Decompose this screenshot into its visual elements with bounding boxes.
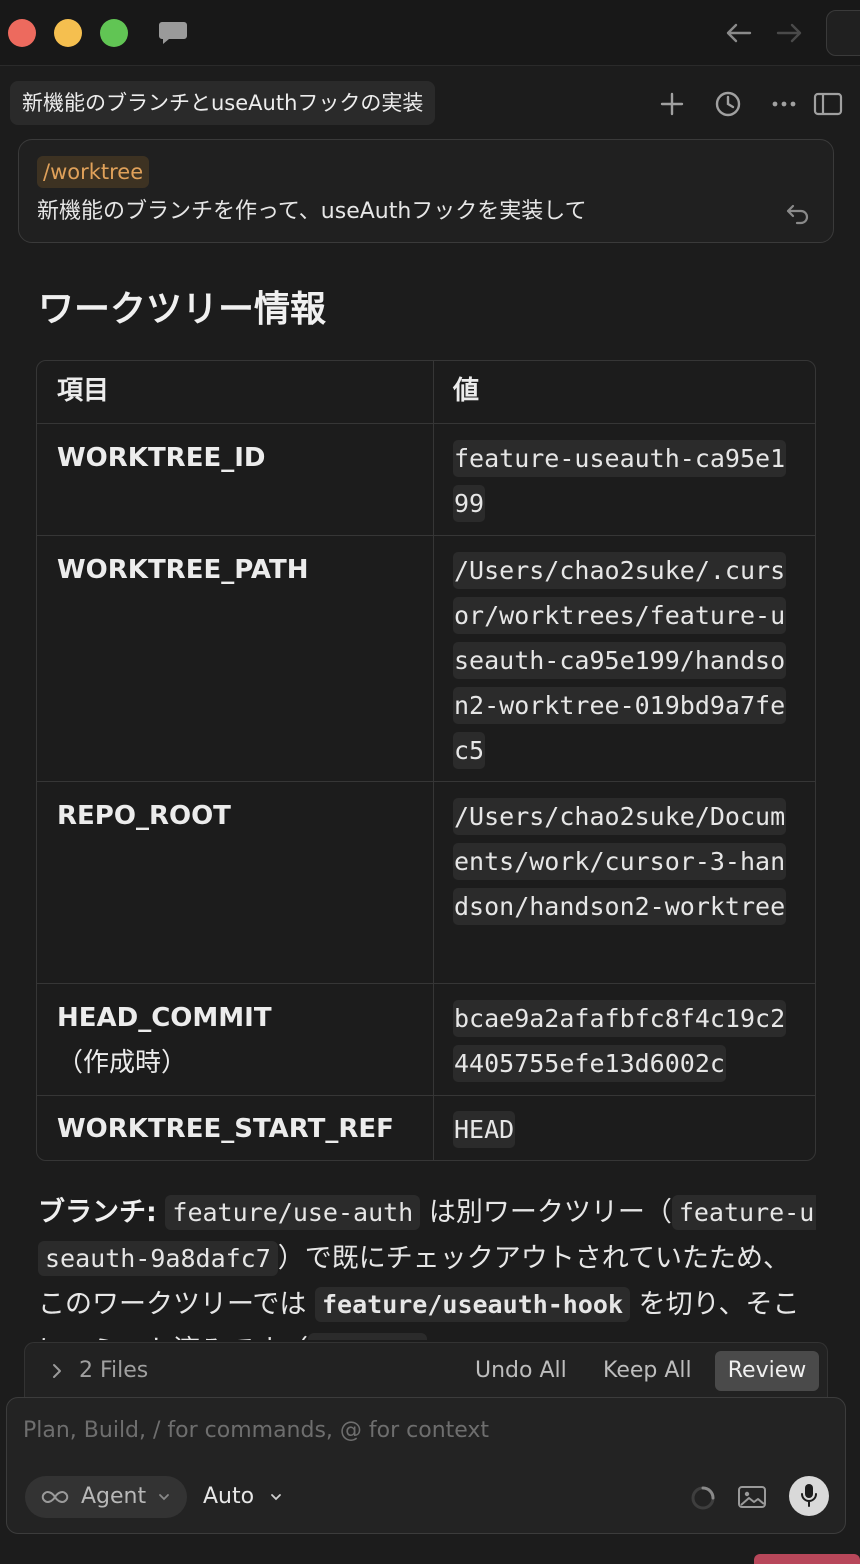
row-key: WORKTREE_START_REF — [57, 1114, 394, 1144]
more-options-icon[interactable] — [768, 88, 800, 120]
paragraph-text: は別ワークツリー（ — [428, 1197, 672, 1228]
zoom-window-button[interactable] — [100, 19, 128, 47]
model-select[interactable]: Auto — [203, 1476, 281, 1518]
image-attach-icon[interactable] — [737, 1484, 767, 1510]
files-count-toggle[interactable]: 2 Files — [79, 1343, 148, 1399]
user-prompt-card[interactable]: /worktree 新機能のブランチを作って、useAuthフックを実装して — [18, 139, 834, 243]
review-button[interactable]: Review — [715, 1351, 819, 1391]
bottom-edge-tab — [754, 1554, 860, 1564]
history-icon[interactable] — [712, 88, 744, 120]
close-window-button[interactable] — [8, 19, 36, 47]
voice-input-button[interactable] — [789, 1476, 829, 1516]
chevron-down-icon — [159, 1494, 169, 1501]
revert-icon[interactable] — [783, 198, 813, 228]
table-header-value: 値 — [453, 376, 480, 406]
table-row: HEAD_COMMIT （作成時） bcae9a2afafbfc8f4c19c2… — [37, 983, 815, 1095]
back-arrow-icon[interactable] — [722, 18, 756, 48]
row-value: bcae9a2afafbfc8f4c19c24405755efe13d6002c — [453, 996, 797, 1086]
table-header-key: 項目 — [57, 376, 110, 406]
new-branch-code: feature/useauth-hook — [314, 1287, 631, 1322]
row-key: REPO_ROOT — [57, 801, 231, 831]
agent-mode-label: Agent — [81, 1484, 147, 1509]
worktree-info-table: 項目 値 WORKTREE_ID feature-useauth-ca95e19… — [36, 360, 816, 1161]
plus-icon[interactable] — [656, 88, 688, 120]
branch-label: ブランチ: — [38, 1197, 157, 1228]
microphone-icon — [801, 1484, 817, 1507]
row-key: HEAD_COMMIT （作成時） — [57, 996, 272, 1086]
commit-code: 0b1b1e1 — [308, 1333, 428, 1340]
row-value: HEAD — [453, 1107, 797, 1152]
tab-row: 新機能のブランチとuseAuthフックの実装 — [0, 66, 860, 138]
table-row: WORKTREE_START_REF HEAD — [37, 1095, 815, 1160]
row-value: /Users/chao2suke/Documents/work/cursor-3… — [453, 794, 797, 929]
row-value: /Users/chao2suke/.cursor/worktrees/featu… — [453, 548, 797, 773]
undo-all-button[interactable]: Undo All — [475, 1343, 567, 1399]
forward-arrow-icon[interactable] — [772, 18, 806, 48]
row-key-note: （作成時） — [57, 1048, 188, 1078]
toolbar-corner-button[interactable] — [826, 10, 860, 56]
section-heading: ワークツリー情報 — [38, 289, 327, 330]
infinity-icon — [41, 1491, 69, 1503]
table-header-row: 項目 値 — [37, 361, 815, 423]
composer: Agent Auto — [6, 1397, 846, 1534]
minimize-window-button[interactable] — [54, 19, 82, 47]
title-bar — [0, 0, 860, 66]
row-key: WORKTREE_ID — [57, 443, 266, 473]
chat-input[interactable] — [23, 1410, 823, 1450]
prompt-text: 新機能のブランチを作って、useAuthフックを実装して — [37, 199, 587, 224]
loading-spinner-icon — [691, 1486, 715, 1510]
chevron-down-icon — [271, 1494, 281, 1501]
row-value: feature-useauth-ca95e199 — [453, 436, 797, 526]
table-row: WORKTREE_PATH /Users/chao2suke/.cursor/w… — [37, 535, 815, 781]
branch-code: feature/use-auth — [165, 1195, 421, 1230]
chat-tab[interactable]: 新機能のブランチとuseAuthフックの実装 — [10, 81, 436, 125]
chat-bubble-icon[interactable] — [158, 20, 188, 46]
model-label: Auto — [203, 1484, 255, 1509]
toggle-sidebar-icon[interactable] — [812, 88, 844, 120]
table-row: WORKTREE_ID feature-useauth-ca95e199 — [37, 423, 815, 535]
branch-note-paragraph: ブランチ: feature/use-auth は別ワークツリー（ feature-… — [38, 1190, 816, 1340]
command-chip: /worktree — [37, 156, 150, 188]
chevron-right-icon[interactable] — [47, 1360, 67, 1382]
changed-files-bar: 2 Files Undo All Keep All Review — [24, 1342, 828, 1398]
row-key: WORKTREE_PATH — [57, 555, 309, 585]
keep-all-button[interactable]: Keep All — [603, 1343, 692, 1399]
table-row: REPO_ROOT /Users/chao2suke/Documents/wor… — [37, 781, 815, 983]
agent-mode-select[interactable]: Agent — [25, 1476, 187, 1518]
